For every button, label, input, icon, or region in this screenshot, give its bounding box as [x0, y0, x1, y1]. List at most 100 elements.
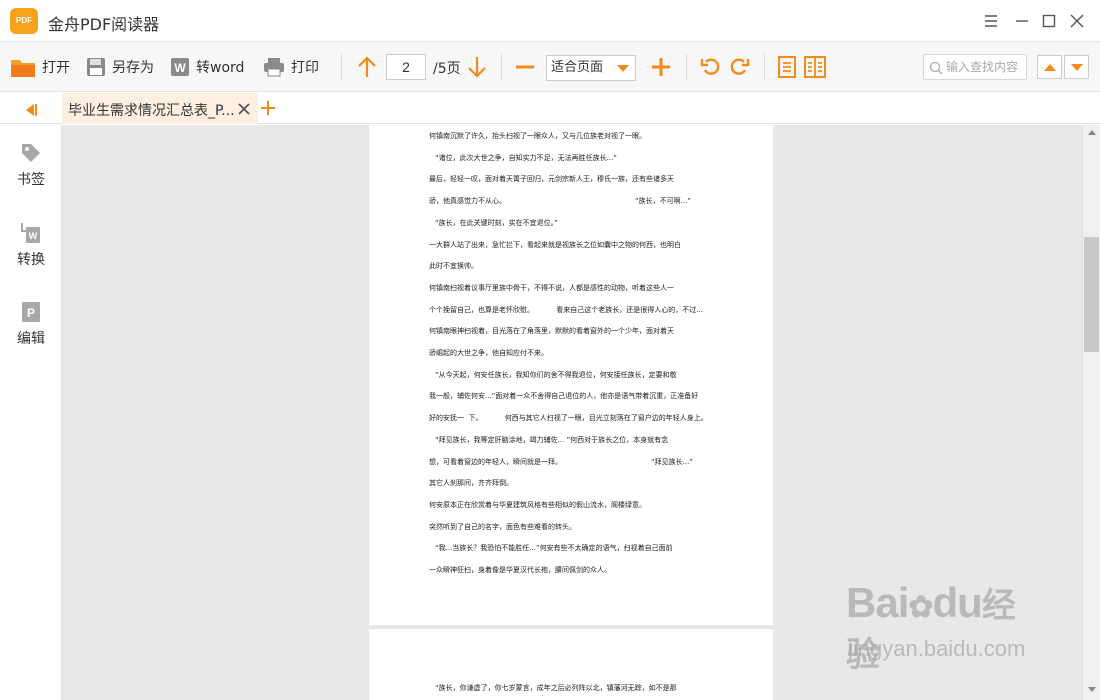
find-previous-button[interactable]: [1037, 55, 1062, 79]
document-text-line: 何镇南沉默了许久，抬头扫视了一眼众人，又与几位族老对视了一眼。: [429, 132, 646, 140]
document-text-line: “从今天起，何安任族长，我知你们的舍不得我退位，何安接任族长，定要和敬: [435, 370, 677, 379]
rotate-right-icon: [730, 58, 750, 75]
zoom-value: 适合页面: [551, 60, 604, 75]
word-icon: W: [171, 58, 189, 76]
zoom-out-button[interactable]: [514, 42, 542, 92]
open-button[interactable]: 打开: [10, 42, 70, 92]
document-text-line: 突然听到了自己的名字，面色有些难看的转头。: [429, 522, 576, 531]
document-text-line: 骄，他真感觉力不从心。 “族长，不可啊...”: [429, 197, 691, 206]
plus-icon: [261, 101, 275, 115]
document-text-line: “族长，你谦虚了，你七岁蒙言，成年之后必列阵以北，镇藩河无踪，如不是那: [435, 684, 677, 692]
document-text-line: “拜见族长，我等定肝脑涂地，竭力辅佐... ”何西对于族长之位，本身就有念: [435, 435, 669, 444]
document-text-line: 最后，轻轻一叹，面对着天箐子回归，元剑宗新人王，穆氏一族，还有些诸多天: [429, 175, 674, 184]
add-tab-button[interactable]: [260, 100, 276, 120]
double-page-icon: [804, 56, 826, 78]
svg-text:W: W: [29, 231, 38, 241]
zoom-select[interactable]: 适合页面: [546, 55, 636, 81]
save-as-label: 另存为: [112, 60, 154, 76]
save-icon: [87, 58, 105, 76]
paw-icon: ✿: [908, 591, 933, 624]
document-text-line: 其它人刹那间，齐齐拜倒。: [429, 479, 513, 488]
scrollbar-thumb[interactable]: [1084, 237, 1099, 352]
pdf-page: 何镇南沉默了许久，抬头扫视了一眼众人，又与几位族老对视了一眼。 “诸位，此次大世之…: [369, 125, 773, 625]
search-box: [923, 54, 1027, 80]
arrow-up-icon: [358, 56, 376, 77]
document-text-line: 个个挽留自己，也算是老怀欣慰。 看来自己这个老族长，还是很得人心的，不过...: [429, 305, 703, 314]
document-text-line: 何镇南扫视着议事厅里族中骨干，不得不说，人都是感性的动物，听着这些人一: [429, 283, 674, 292]
single-page-view-button[interactable]: [777, 42, 803, 92]
page-total: /5页: [433, 61, 461, 77]
collapse-sidebar-button[interactable]: [24, 102, 38, 121]
left-sidebar: 书签 W 转换 P 编辑: [0, 125, 62, 700]
arrow-down-icon: [468, 57, 486, 78]
print-label: 打印: [291, 60, 319, 76]
minus-icon: [516, 65, 534, 69]
toolbar-divider: [686, 54, 687, 80]
sidebar-item-label: 编辑: [17, 331, 45, 347]
toolbar-divider: [501, 54, 502, 80]
print-button[interactable]: 打印: [263, 42, 319, 92]
double-page-view-button[interactable]: [804, 42, 832, 92]
save-as-button[interactable]: 另存为: [86, 42, 154, 92]
sidebar-item-label: 书签: [17, 172, 45, 188]
document-text-line: 我一般，辅佐何安...”面对着一众不舍得自己退位的人，他亦是语气带着沉重，正准备…: [429, 392, 699, 401]
tab-bar: 毕业生需求情况汇总表_P...: [0, 93, 1100, 124]
scroll-down-icon[interactable]: [1088, 687, 1096, 692]
svg-text:W: W: [174, 61, 186, 75]
search-input[interactable]: [946, 58, 1024, 76]
document-text-line: “诸位，此次大世之争，自知实力不足，无法再胜任族长...”: [435, 153, 617, 162]
toolbar-divider: [341, 54, 342, 80]
rotate-right-button[interactable]: [728, 42, 756, 92]
sidebar-item-bookmark[interactable]: 书签: [0, 141, 62, 201]
tab-document[interactable]: 毕业生需求情况汇总表_P...: [62, 93, 258, 124]
document-text-line: 何安原本正在欣赏着与华夏建筑风格有些相似的假山流水，阁楼绿意。: [429, 500, 646, 509]
document-text-line: 一众瞬神狂扫，身着像是华夏汉代长袍，腰间佩剑的众人。: [429, 566, 611, 574]
maximize-icon[interactable]: [1038, 10, 1060, 32]
scroll-up-icon[interactable]: [1088, 130, 1096, 135]
document-text-line: 好的安抚一 下。 何西与其它人扫视了一眼，目光立刻落在了窗户边的年轻人身上。: [429, 414, 708, 423]
close-icon[interactable]: [1066, 10, 1088, 32]
to-word-label: 转word: [196, 60, 245, 76]
zoom-in-button[interactable]: [650, 42, 678, 92]
find-next-button[interactable]: [1064, 55, 1089, 79]
document-text-line: 何镇南眼神扫视着，目光落在了角落里，默默的看着窗外的一个少年，面对着天: [429, 327, 674, 336]
rotate-left-button[interactable]: [700, 42, 728, 92]
sidebar-item-label: 转换: [17, 252, 45, 268]
page-number-input[interactable]: 2: [386, 54, 426, 80]
document-text-line: “族长，在此关键时刻，实在不宜退位。”: [435, 218, 558, 227]
tag-icon: [22, 144, 40, 162]
to-word-button[interactable]: W 转word: [170, 42, 244, 92]
vertical-scrollbar[interactable]: [1082, 125, 1100, 700]
app-title: 金舟PDF阅读器: [48, 15, 160, 34]
tab-close-icon[interactable]: [237, 101, 251, 120]
document-text-line: “我...当族长？我恐怕不能胜任...”何安有些不太确定的语气，扫视着自己面前: [435, 544, 673, 553]
svg-text:P: P: [27, 306, 35, 320]
menu-icon[interactable]: [980, 10, 1002, 32]
minimize-icon[interactable]: [1011, 10, 1033, 32]
document-text-line: 想，可看着窗边的年轻人，瞬间就是一拜。 “拜见族长...”: [429, 457, 693, 466]
baidu-watermark: Bai✿du经验 jingyan.baidu.com: [846, 578, 1046, 674]
tab-document-label: 毕业生需求情况汇总表_P...: [68, 103, 234, 119]
folder-icon: [11, 60, 35, 77]
pdf-page: “族长，你谦虚了，你七岁蒙言，成年之后必列阵以北，镇藩河无踪，如不是那: [369, 629, 773, 700]
document-text-line: 此时不宜换帅。: [429, 262, 478, 271]
watermark-url: jingyan.baidu.com: [848, 636, 1026, 661]
toolbar-divider: [764, 54, 765, 80]
convert-word-icon: W: [21, 223, 40, 243]
plus-icon: [652, 58, 670, 76]
sidebar-item-convert[interactable]: W 转换: [0, 221, 62, 281]
next-page-button[interactable]: [466, 42, 494, 92]
edit-pdf-icon: P: [22, 302, 40, 322]
open-label: 打开: [42, 60, 70, 76]
document-text-line: 一大群人站了出来，急忙拦下，看起来就是视族长之位如囊中之物的何西，也明白: [429, 240, 681, 249]
search-icon: [929, 61, 943, 75]
single-page-icon: [778, 56, 796, 78]
rotate-left-icon: [700, 58, 720, 75]
triangle-up-icon: [1044, 64, 1056, 71]
sidebar-item-edit[interactable]: P 编辑: [0, 300, 62, 360]
collapse-left-icon: [26, 104, 37, 116]
document-text-line: 骄崛起的大世之争，他自知应付不来。: [429, 349, 548, 357]
prev-page-button[interactable]: [356, 42, 384, 92]
printer-icon: [264, 58, 284, 77]
caret-down-icon: [617, 65, 629, 72]
